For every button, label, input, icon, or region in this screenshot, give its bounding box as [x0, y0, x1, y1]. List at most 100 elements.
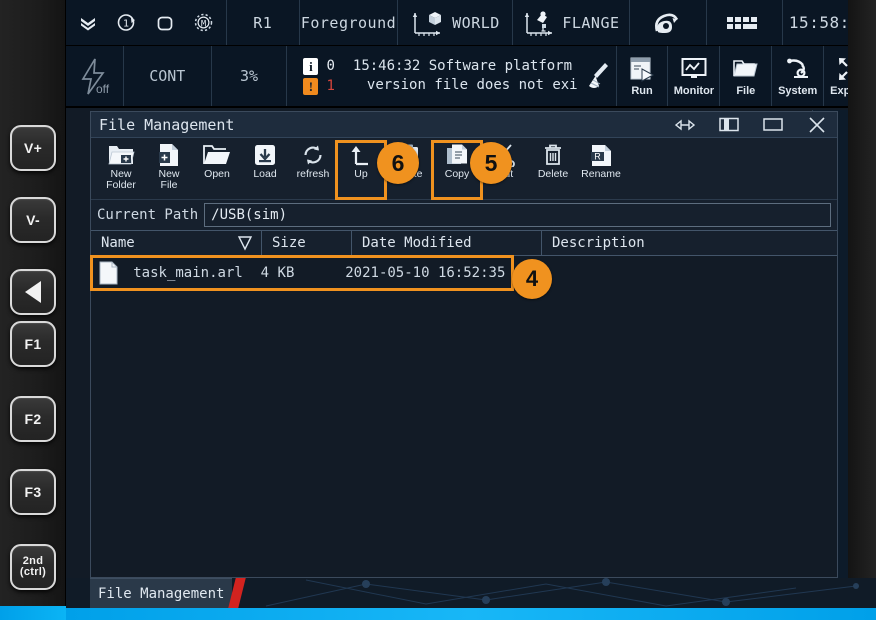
bottom-glow-bar — [66, 608, 876, 620]
second-ctrl-key[interactable]: 2nd (ctrl) — [10, 544, 56, 590]
tool-frame-label: FLANGE — [562, 14, 619, 32]
step-badge-4: 4 — [512, 259, 552, 299]
load-label: Load — [253, 169, 276, 180]
manual-mode-icon[interactable]: M — [193, 12, 214, 33]
warning-icon: ! — [303, 78, 318, 95]
info-icon: i — [303, 58, 318, 75]
f3-key[interactable]: F3 — [10, 469, 56, 515]
task-level-label: Foreground — [301, 14, 396, 32]
rename-icon: R — [590, 142, 613, 168]
keyboard-cell[interactable] — [707, 0, 783, 45]
flange-axes-icon — [522, 6, 556, 40]
column-header-date[interactable]: Date Modified — [351, 231, 541, 255]
rename-button[interactable]: R Rename — [577, 142, 625, 198]
taskbar-item-label: File Management — [98, 586, 224, 602]
secondary-status-bar: off CONT 3% i 0 ! 1 15:46:32 Software pl… — [66, 46, 876, 108]
up-level-icon — [348, 142, 374, 168]
motion-mode-cell[interactable]: CONT — [124, 46, 212, 106]
lightning-off-icon: off — [74, 54, 114, 98]
double-chevron-down-icon[interactable] — [78, 13, 98, 33]
rename-label: Rename — [581, 169, 621, 180]
column-date-label: Date Modified — [362, 235, 472, 251]
monitor-icon — [680, 55, 708, 83]
load-download-icon — [253, 142, 277, 168]
broom-clear-icon[interactable] — [582, 59, 616, 93]
step-badge-6: 6 — [377, 142, 419, 184]
coord-system-cell[interactable]: WORLD — [398, 0, 512, 45]
velocity-up-key[interactable]: V+ — [10, 125, 56, 171]
left-rail-glow — [0, 606, 66, 620]
open-label: Open — [204, 169, 230, 180]
split-view-icon[interactable] — [719, 116, 739, 134]
task-level-cell[interactable]: Foreground — [300, 0, 399, 45]
world-axes-icon — [410, 6, 444, 40]
message-cell[interactable]: i 0 ! 1 15:46:32 Software platform versi… — [287, 46, 616, 106]
file-size-cell: 4 KB — [251, 256, 336, 290]
current-path-input[interactable]: /USB(sim) — [204, 203, 831, 227]
monitor-button[interactable]: Monitor — [668, 46, 720, 106]
triangle-left-icon — [25, 281, 41, 303]
table-row[interactable]: task_main.arl 4 KB 2021-05-10 16:52:35 — [91, 256, 513, 290]
velocity-up-label: V+ — [24, 141, 42, 155]
resize-width-icon[interactable] — [675, 116, 695, 134]
velocity-down-key[interactable]: V- — [10, 197, 56, 243]
f1-key[interactable]: F1 — [10, 321, 56, 367]
speed-cell[interactable]: 3% — [212, 46, 288, 106]
column-header-name[interactable]: Name — [91, 231, 261, 255]
speed-label: 3% — [240, 67, 258, 85]
close-icon[interactable] — [807, 116, 827, 134]
current-path-value: /USB(sim) — [211, 207, 287, 223]
power-state-cell[interactable]: off — [66, 46, 124, 106]
column-header-description[interactable]: Description — [541, 231, 837, 255]
taskbar-item-file-management[interactable]: File Management — [90, 578, 232, 608]
top-status-bar: 1 M R1 Foreground WORLD — [66, 0, 876, 46]
column-header-size[interactable]: Size — [261, 231, 351, 255]
file-date-cell: 2021-05-10 16:52:35 — [335, 256, 513, 290]
svg-text:M: M — [201, 19, 206, 29]
step-badge-6-label: 6 — [392, 150, 405, 177]
robot-id-label: R1 — [253, 14, 272, 32]
stop-square-icon[interactable] — [155, 13, 175, 33]
velocity-down-label: V- — [26, 213, 40, 227]
window-title: File Management — [99, 116, 234, 134]
file-button[interactable]: File — [720, 46, 772, 106]
file-name-cell: task_main.arl — [123, 256, 250, 290]
tool-frame-cell[interactable]: FLANGE — [513, 0, 631, 45]
file-label: File — [736, 85, 755, 97]
current-path-row: Current Path /USB(sim) — [91, 200, 837, 230]
file-list-body[interactable]: task_main.arl 4 KB 2021-05-10 16:52:35 — [91, 256, 837, 577]
run-label: Run — [631, 85, 652, 97]
open-button[interactable]: Open — [193, 142, 241, 198]
robot-id-cell[interactable]: R1 — [227, 0, 300, 45]
f3-label: F3 — [25, 485, 42, 499]
f2-key[interactable]: F2 — [10, 396, 56, 442]
taskbar: File Management — [66, 578, 876, 608]
message-line-1: 15:46:32 Software platform — [347, 57, 578, 76]
column-size-label: Size — [272, 235, 306, 251]
new-file-label: New File — [158, 169, 179, 191]
delete-button[interactable]: Delete — [529, 142, 577, 198]
cycle-once-icon[interactable]: 1 — [116, 12, 137, 33]
new-file-button[interactable]: New File — [145, 142, 193, 198]
column-description-label: Description — [552, 235, 645, 251]
right-rail — [848, 0, 876, 620]
file-list-header: Name Size Date Modified Description — [91, 230, 837, 256]
sort-descending-icon[interactable] — [237, 235, 253, 252]
delete-label: Delete — [538, 169, 568, 180]
system-label: System — [778, 85, 817, 97]
step-badge-5-label: 5 — [485, 150, 498, 177]
monitor-label: Monitor — [674, 85, 714, 97]
refresh-icon — [301, 142, 325, 168]
refresh-button[interactable]: refresh — [289, 142, 337, 198]
load-button[interactable]: Load — [241, 142, 289, 198]
run-icon — [628, 55, 656, 83]
copy-icon — [445, 142, 470, 168]
svg-text:off: off — [96, 82, 110, 96]
new-folder-button[interactable]: New Folder — [97, 142, 145, 198]
payload-cell[interactable] — [630, 0, 706, 45]
run-button[interactable]: Run — [617, 46, 669, 106]
maximize-icon[interactable] — [763, 116, 783, 134]
back-arrow-key[interactable] — [10, 269, 56, 315]
system-button[interactable]: System — [772, 46, 824, 106]
mode-icon-group: 1 M — [66, 0, 227, 45]
